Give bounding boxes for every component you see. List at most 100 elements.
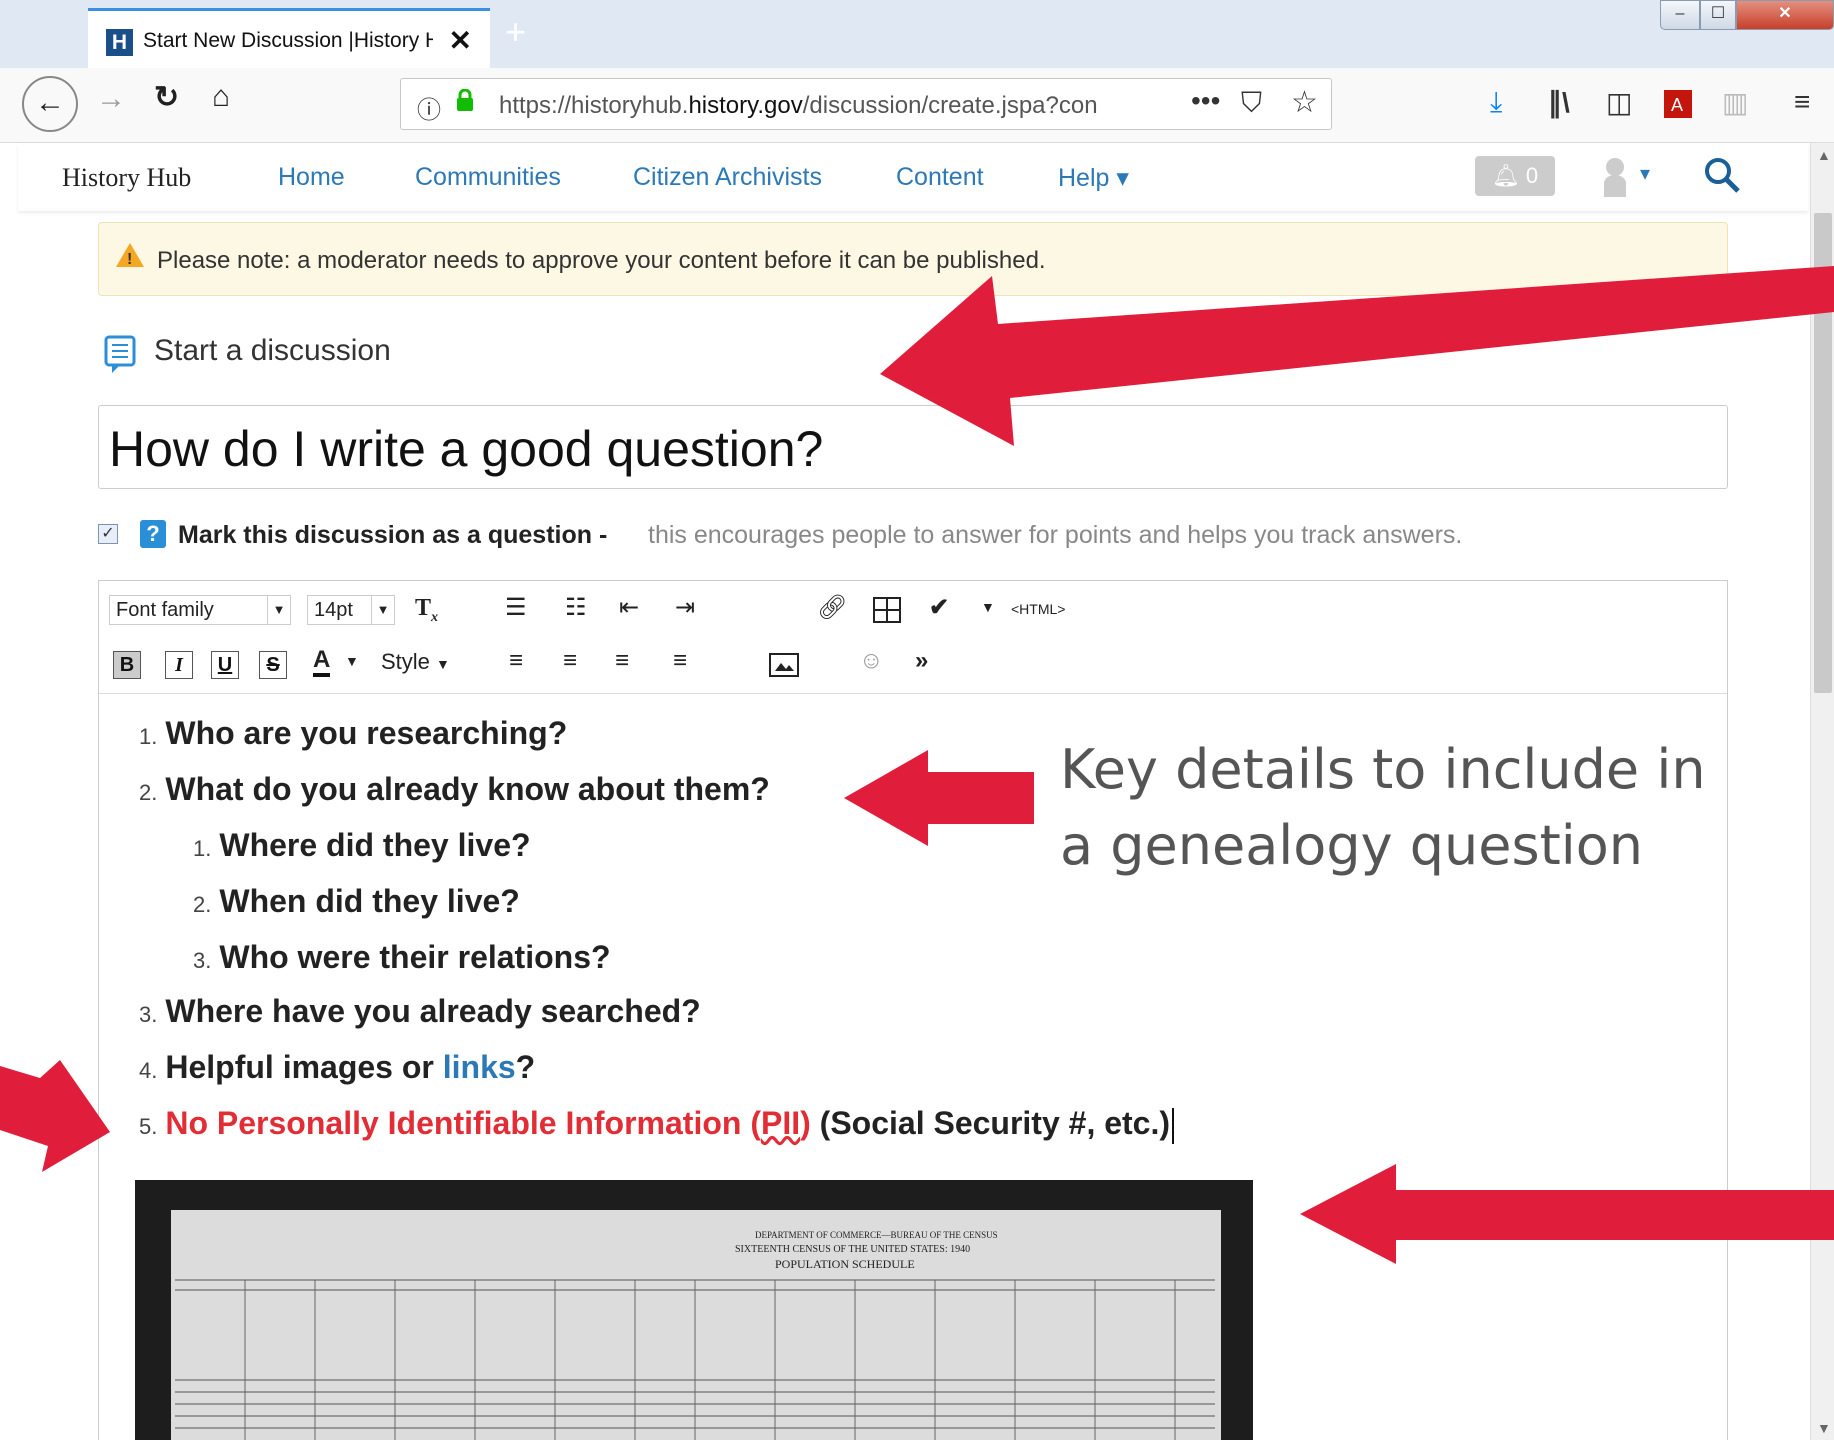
discussion-icon — [104, 335, 136, 373]
bell-icon: 🔔︎ — [1491, 163, 1520, 188]
align-left-icon[interactable]: ≡ — [509, 647, 523, 675]
nav-citizen-archivists[interactable]: Citizen Archivists — [633, 163, 822, 192]
list-item: 2. When did they live? — [193, 883, 520, 919]
table-icon[interactable] — [873, 597, 901, 623]
justify-icon[interactable]: ≡ — [673, 647, 687, 675]
nav-communities[interactable]: Communities — [415, 163, 561, 192]
nav-content[interactable]: Content — [896, 163, 984, 192]
sidebar-icon[interactable]: ◫ — [1606, 86, 1632, 119]
home-icon[interactable]: ⌂ — [212, 80, 230, 114]
nav-help[interactable]: Help ▾ — [1058, 163, 1129, 193]
window-minimize-button[interactable]: – — [1660, 0, 1700, 30]
question-checkbox-hint: this encourages people to answer for poi… — [648, 521, 1463, 549]
browser-title-bar: H Start New Discussion |History Hub ✕ + … — [0, 0, 1834, 68]
star-icon[interactable]: ☆ — [1291, 85, 1318, 120]
maximize-icon: ☐ — [1710, 5, 1726, 22]
pdf-icon[interactable]: A — [1664, 90, 1692, 118]
scroll-down-icon[interactable]: ▼ — [1817, 1420, 1831, 1436]
census-record-image: DEPARTMENT OF COMMERCE—BUREAU OF THE CEN… — [135, 1180, 1253, 1440]
library-icon[interactable]: ∥\ — [1548, 86, 1570, 119]
info-icon[interactable]: ⓘ — [417, 90, 441, 125]
search-icon[interactable] — [1702, 155, 1742, 195]
url-text[interactable]: https://historyhub.history.gov/discussio… — [499, 92, 1129, 120]
question-icon: ? — [140, 520, 166, 548]
numbered-list-icon[interactable]: ☷ — [565, 593, 587, 622]
window-maximize-button[interactable]: ☐ — [1700, 0, 1736, 30]
question-checkbox-label[interactable]: Mark this discussion as a question - — [178, 521, 607, 550]
align-center-icon[interactable]: ≡ — [563, 647, 577, 675]
window-close-button[interactable]: ✕ — [1736, 0, 1834, 30]
list-item: 2. What do you already know about them? — [139, 771, 770, 807]
more-icon[interactable]: ••• — [1191, 85, 1220, 117]
nav-home[interactable]: Home — [278, 163, 345, 192]
site-header: History Hub Home Communities Citizen Arc… — [18, 143, 1808, 211]
new-tab-button[interactable]: + — [505, 14, 526, 50]
site-brand[interactable]: History Hub — [62, 163, 191, 193]
notification-count: 0 — [1525, 163, 1539, 188]
bullet-list-icon[interactable]: ☰ — [505, 593, 527, 622]
font-family-select[interactable]: Font family ▼ — [109, 595, 291, 625]
italic-button[interactable]: I — [165, 651, 193, 679]
link-icon[interactable]: 🔗︎ — [817, 593, 847, 622]
tab-close-icon[interactable]: ✕ — [449, 24, 472, 57]
outdent-icon[interactable]: ⇤ — [619, 593, 639, 622]
subject-value: How do I write a good question? — [109, 421, 824, 477]
back-icon: ← — [35, 86, 65, 119]
font-size-select[interactable]: 14pt ▼ — [307, 595, 395, 625]
forward-icon[interactable]: → — [96, 82, 126, 116]
links-link[interactable]: links — [443, 1049, 516, 1085]
browser-navigation-bar: ← → ↻ ⌂ ⓘ https://historyhub.history.gov… — [0, 68, 1834, 143]
clear-format-icon[interactable]: Tx — [415, 595, 438, 626]
menu-icon[interactable]: ≡ — [1794, 86, 1810, 118]
pocket-icon[interactable]: ⛉ — [1241, 87, 1262, 120]
census-header-2: SIXTEENTH CENSUS OF THE UNITED STATES: 1… — [735, 1244, 970, 1255]
annotation-arrow-pii — [0, 1060, 110, 1172]
download-icon[interactable]: ⤓ — [1490, 86, 1502, 119]
question-checkbox[interactable]: ✓ — [98, 524, 118, 544]
bold-button[interactable]: B — [113, 651, 141, 679]
url-bar[interactable]: ⓘ https://historyhub.history.gov/discuss… — [400, 78, 1332, 130]
close-icon: ✕ — [1778, 5, 1792, 22]
minimize-icon: – — [1675, 5, 1685, 22]
underline-button[interactable]: U — [211, 651, 239, 679]
user-menu-caret-icon[interactable]: ▾ — [1640, 161, 1650, 186]
text-cursor — [1172, 1107, 1175, 1144]
scroll-up-icon[interactable]: ▲ — [1817, 147, 1831, 163]
spellcheck-icon[interactable]: ✔ — [929, 593, 949, 622]
editor-toolbar: Font family ▼ 14pt ▼ Tx ☰ ☷ ⇤ ⇥ 🔗︎ ✔ ▼ <HT… — [99, 581, 1727, 694]
style-dropdown[interactable]: Style ▼ — [381, 649, 450, 675]
annotation-callout: Key details to include in a genealogy qu… — [1060, 738, 1706, 877]
text-color-icon[interactable]: A — [313, 647, 331, 677]
image-icon[interactable] — [769, 653, 799, 677]
census-header-1: DEPARTMENT OF COMMERCE—BUREAU OF THE CEN… — [755, 1230, 998, 1240]
more-tools-icon[interactable]: » — [915, 647, 928, 675]
user-avatar-icon[interactable] — [1600, 155, 1630, 197]
list-item: 3. Where have you already searched? — [139, 993, 701, 1029]
emoji-icon[interactable]: ☺ — [859, 647, 884, 675]
history-hub-favicon: H — [106, 29, 133, 56]
tab-title: Start New Discussion |History Hub — [143, 29, 433, 52]
indent-icon[interactable]: ⇥ — [675, 593, 695, 622]
browser-tab[interactable]: H Start New Discussion |History Hub ✕ — [88, 8, 490, 68]
checkmark-icon: ✓ — [101, 525, 115, 542]
svg-text:!: ! — [127, 251, 132, 268]
list-item: 1. Where did they live? — [193, 827, 531, 863]
annotation-arrow-details — [844, 750, 1034, 846]
annotation-arrow-subject — [880, 266, 1834, 446]
reload-icon[interactable]: ↻ — [154, 80, 179, 115]
svg-text:A: A — [1671, 95, 1683, 115]
list-item: 5. No Personally Identifiable Information… — [139, 1105, 1175, 1144]
lock-icon — [457, 89, 473, 111]
html-source-button[interactable]: <HTML> — [1011, 601, 1065, 617]
list-item: 4. Helpful images or links? — [139, 1049, 536, 1085]
annotation-arrow-image — [1300, 1164, 1834, 1264]
notifications-button[interactable]: 🔔︎ 0 — [1475, 156, 1555, 196]
spellcheck-dropdown-icon[interactable]: ▼ — [981, 599, 995, 615]
back-button[interactable]: ← — [22, 76, 78, 132]
text-color-dropdown-icon[interactable]: ▼ — [345, 653, 359, 669]
align-right-icon[interactable]: ≡ — [615, 647, 629, 675]
list-item: 1. Who are you researching? — [139, 715, 568, 751]
reader-icon[interactable]: ▥ — [1722, 86, 1748, 119]
strikethrough-button[interactable]: S — [259, 651, 287, 679]
census-header-3: POPULATION SCHEDULE — [775, 1257, 915, 1271]
